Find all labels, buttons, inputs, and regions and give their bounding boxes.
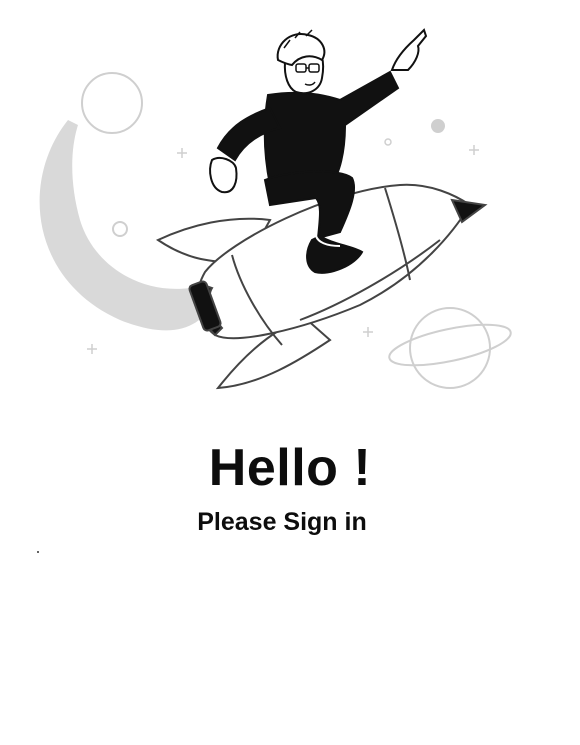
planet-icon (388, 307, 512, 389)
rocket-rider-illustration (39, 28, 512, 390)
sign-in-prompt: Please Sign in (197, 508, 367, 536)
rider-torso (263, 70, 400, 186)
rider-pointing-hand (390, 28, 428, 71)
moon-circle (81, 72, 143, 134)
exhaust-trail (39, 120, 216, 331)
rider-back-hand (209, 157, 238, 194)
hero-illustration (0, 0, 580, 420)
greeting-title: Hello ! (208, 439, 372, 497)
small-ring (112, 221, 128, 237)
tiny-ring (384, 138, 392, 146)
stray-dot (37, 551, 39, 553)
welcome-screen: Hello ! Please Sign in (0, 0, 580, 745)
grey-dot (431, 119, 445, 133)
